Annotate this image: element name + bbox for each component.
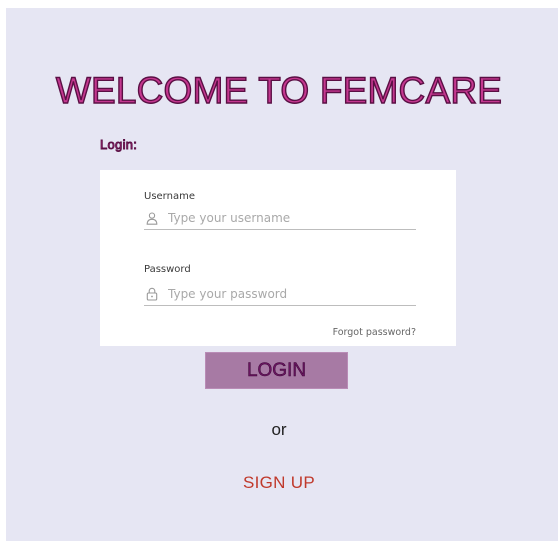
forgot-password-link[interactable]: Forgot password? <box>333 327 416 339</box>
login-button[interactable]: LOGIN <box>205 352 348 389</box>
page-title: WELCOME TO FEMCARE <box>55 70 503 111</box>
or-separator: or <box>271 420 287 439</box>
lock-icon <box>146 287 158 301</box>
sign-up-link[interactable]: SIGN UP <box>0 472 558 494</box>
password-field[interactable] <box>144 283 416 306</box>
password-label: Password <box>144 264 191 275</box>
username-input[interactable] <box>168 211 408 225</box>
user-icon <box>146 211 158 225</box>
username-label: Username <box>144 191 195 202</box>
login-caption: Login: <box>100 137 138 153</box>
password-input[interactable] <box>168 287 408 301</box>
username-field[interactable] <box>144 207 416 230</box>
login-card: Username Password Forgot password? <box>100 170 456 346</box>
